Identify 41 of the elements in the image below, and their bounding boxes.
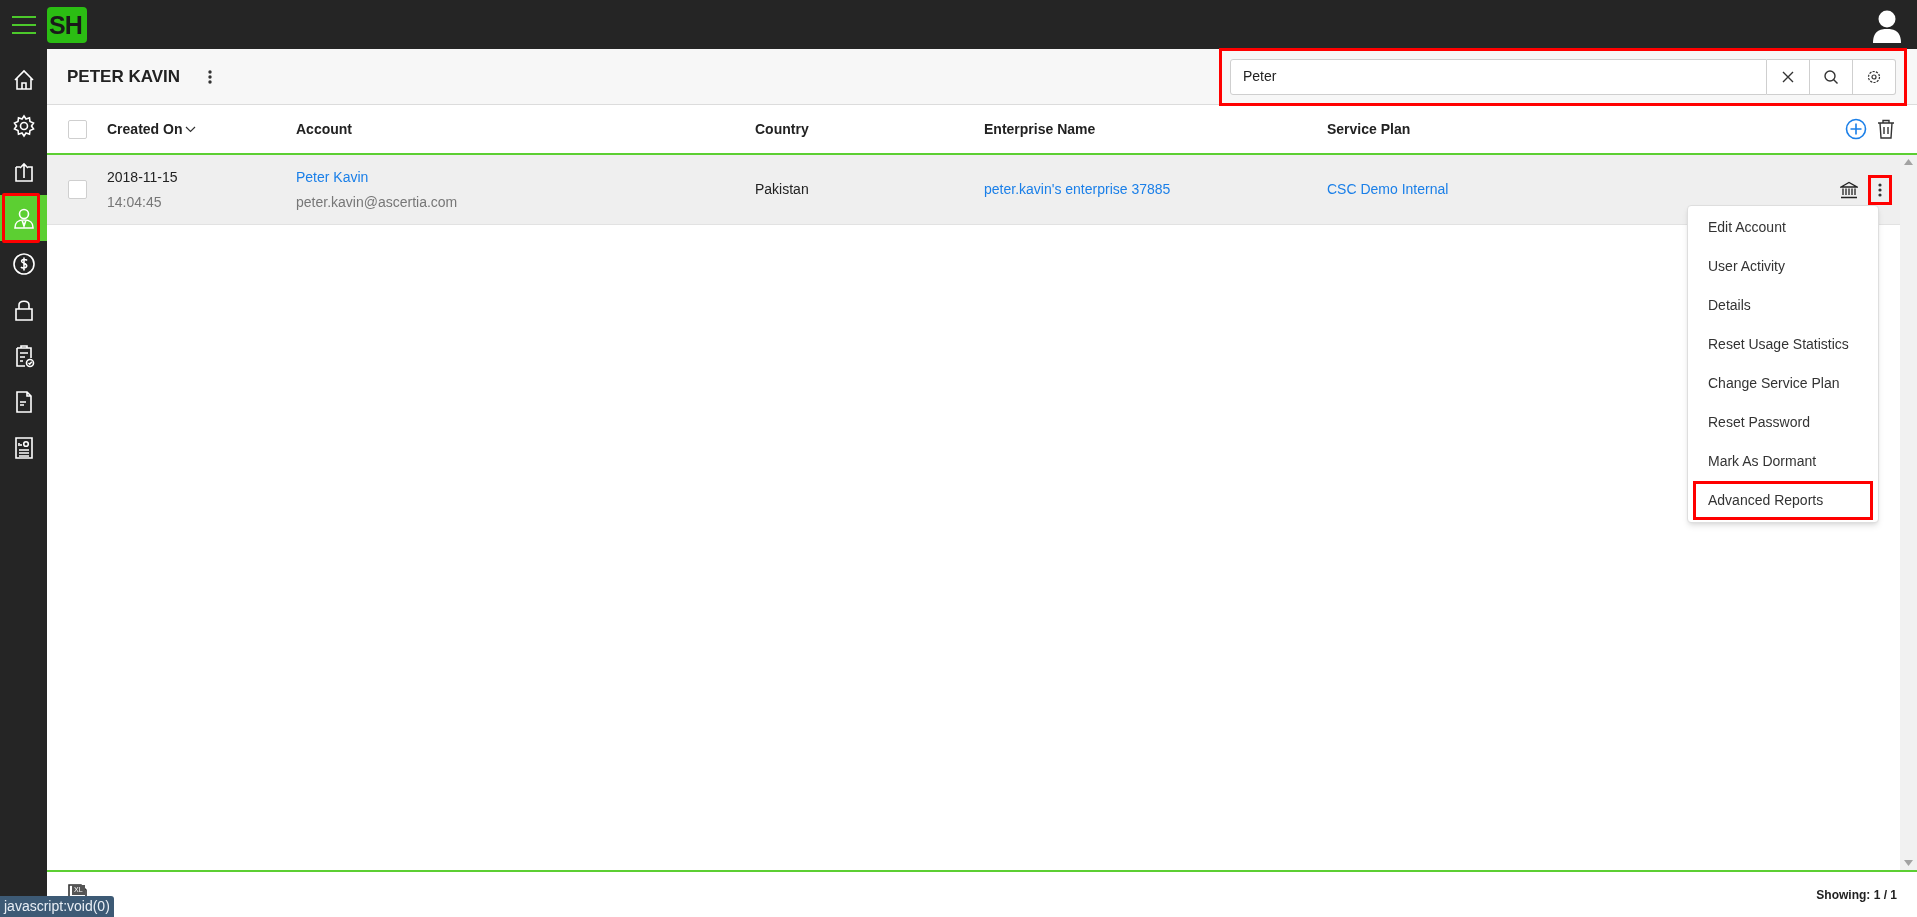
country-cell-text: Pakistan xyxy=(755,180,809,199)
settings-button[interactable] xyxy=(1853,58,1896,95)
service-plan-link[interactable]: CSC Demo Internal xyxy=(1327,179,1449,200)
settings-icon xyxy=(1866,68,1882,85)
account-name-link[interactable]: Peter Kavin xyxy=(296,166,369,188)
column-header[interactable]: Country xyxy=(755,118,984,140)
column-header[interactable]: Enterprise Name xyxy=(984,118,1327,140)
add-icon[interactable] xyxy=(1845,118,1867,140)
menu-item[interactable]: Change Service Plan xyxy=(1693,364,1873,403)
logo[interactable]: SH xyxy=(47,6,87,43)
created-time: 14:04:45 xyxy=(107,192,163,212)
menu-item[interactable]: Mark As Dormant xyxy=(1693,442,1873,481)
bank-icon[interactable] xyxy=(1840,180,1858,199)
search-button[interactable] xyxy=(1810,58,1853,95)
column-header[interactable]: Service Plan xyxy=(1327,118,1817,140)
dollar-icon xyxy=(11,252,36,276)
settings-icon xyxy=(11,114,36,138)
user-icon xyxy=(11,206,36,230)
menu-item[interactable]: Advanced Reports xyxy=(1693,481,1873,520)
showing-count: Showing: 1 / 1 xyxy=(1816,886,1897,904)
menu-icon xyxy=(10,14,37,35)
status-link-tooltip: javascript:void(0) xyxy=(0,896,114,917)
search-field[interactable]: Peter xyxy=(1230,58,1767,95)
clear-button[interactable] xyxy=(1767,58,1810,95)
menu-item[interactable]: Details xyxy=(1693,286,1873,325)
select-all-checkbox[interactable] xyxy=(68,119,87,139)
menu-item[interactable]: User Activity xyxy=(1693,247,1873,286)
page-title: PETER KAVIN xyxy=(67,65,181,88)
menu-item[interactable]: Reset Password xyxy=(1693,403,1873,442)
trash-icon[interactable] xyxy=(1877,119,1895,139)
search-icon xyxy=(1823,68,1839,85)
row-checkbox[interactable] xyxy=(68,180,87,199)
kebab-icon xyxy=(208,69,213,84)
column-header[interactable]: Account xyxy=(296,118,755,140)
kebab-icon xyxy=(1878,182,1882,197)
menu-item[interactable]: Reset Usage Statistics xyxy=(1693,325,1873,364)
account-email: peter.kavin@ascertia.com xyxy=(296,192,458,212)
enterprise-link[interactable]: peter.kavin's enterprise 37885 xyxy=(984,179,1171,200)
created-date: 2018-11-15 xyxy=(107,167,179,187)
row-more-button[interactable] xyxy=(1868,174,1892,205)
column-header[interactable]: Created On xyxy=(107,118,296,140)
